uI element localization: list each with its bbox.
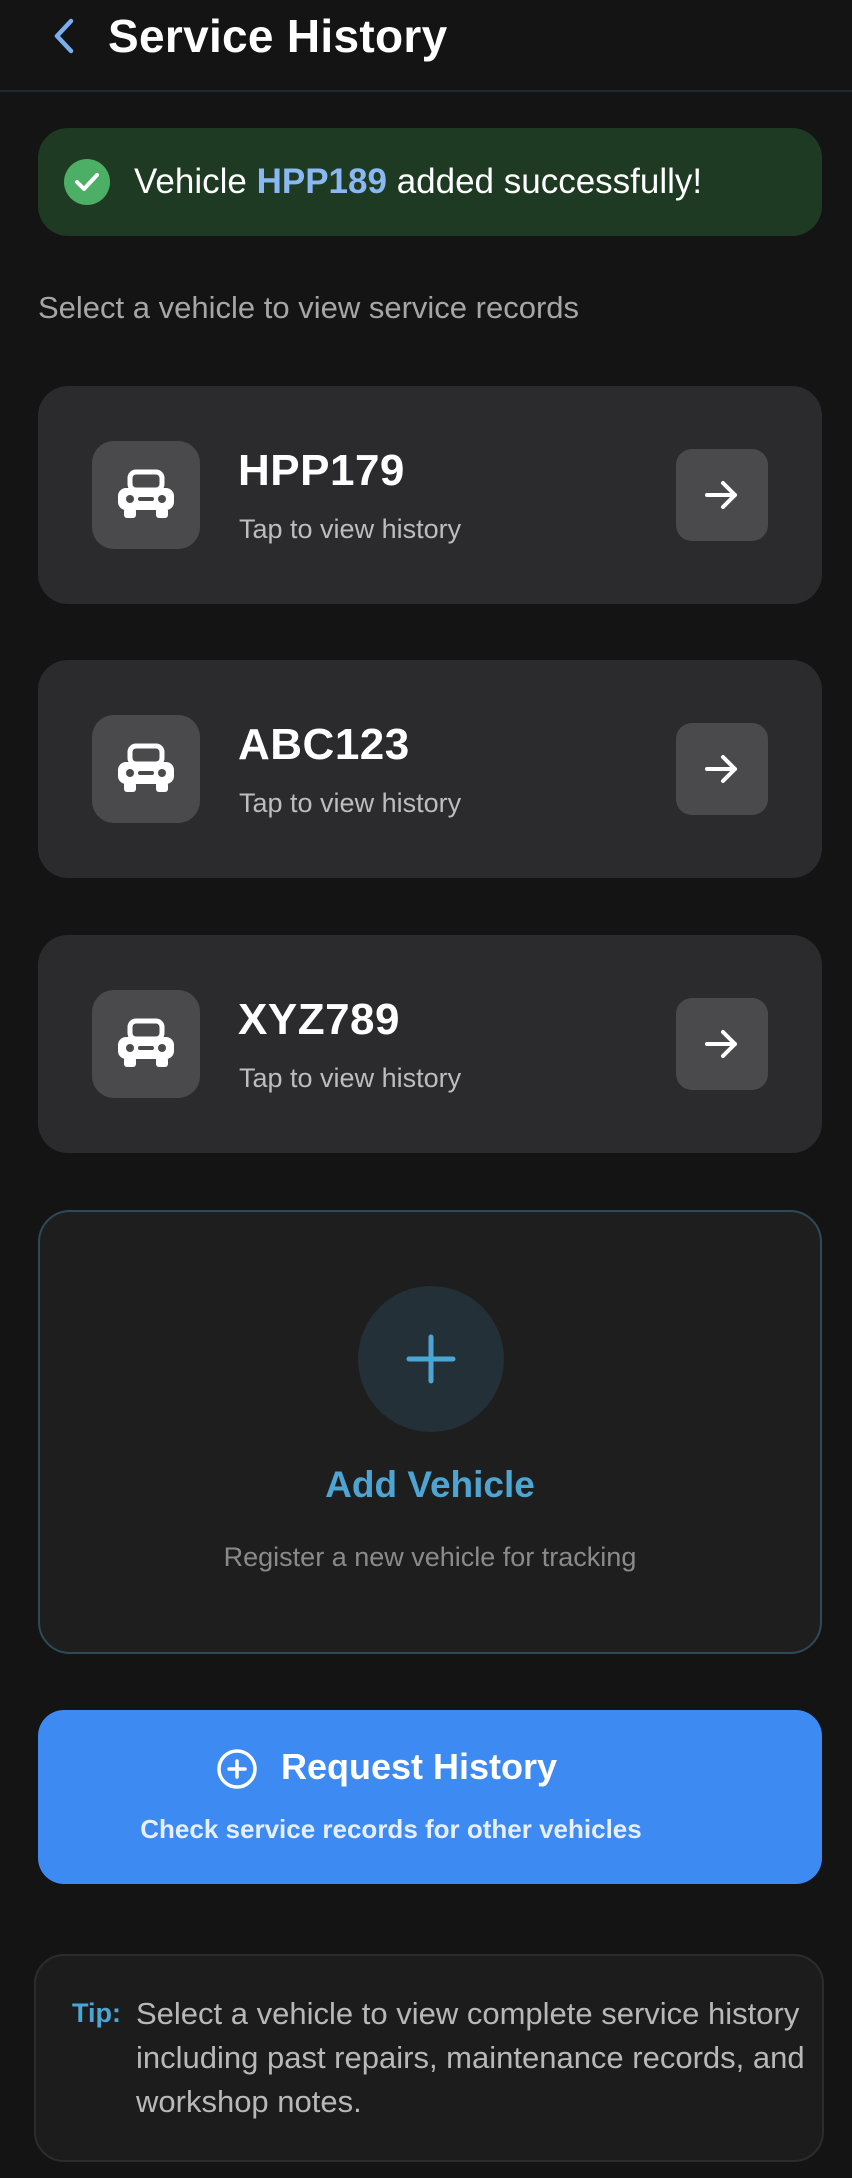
car-icon (92, 715, 200, 823)
banner-plate: HPP189 (256, 162, 387, 201)
section-subtitle: Select a vehicle to view service records (38, 290, 580, 325)
view-history-button[interactable] (676, 449, 768, 541)
back-button[interactable] (44, 12, 84, 60)
add-vehicle-subtitle: Register a new vehicle for tracking (223, 1542, 637, 1572)
view-history-button[interactable] (676, 998, 768, 1090)
request-history-title: Request History (281, 1746, 558, 1787)
add-vehicle-card[interactable]: Add Vehicle Register a new vehicle for t… (38, 1210, 822, 1654)
vehicle-hint: Tap to view history (239, 1063, 462, 1093)
app-header: Service History (0, 0, 852, 92)
plus-circle-icon (217, 1749, 257, 1789)
tip-label: Tip: (72, 1998, 121, 2028)
check-circle-icon (64, 159, 110, 205)
tip-text: Select a vehicle to view complete servic… (136, 1996, 805, 2119)
banner-suffix: added successfully! (386, 162, 703, 201)
banner-prefix: Vehicle (134, 162, 257, 201)
plus-icon (358, 1286, 504, 1432)
vehicle-plate: HPP179 (238, 446, 405, 495)
vehicle-card[interactable]: HPP179 Tap to view history (38, 386, 822, 604)
vehicle-card[interactable]: ABC123 Tap to view history (38, 660, 822, 878)
add-vehicle-title: Add Vehicle (325, 1464, 535, 1505)
vehicle-card[interactable]: XYZ789 Tap to view history (38, 935, 822, 1153)
vehicle-plate: ABC123 (238, 720, 410, 769)
view-history-button[interactable] (676, 723, 768, 815)
success-banner: Vehicle HPP189 added successfully! (38, 128, 822, 236)
request-history-subtitle: Check service records for other vehicles (140, 1814, 642, 1844)
page-title: Service History (108, 10, 448, 62)
success-message: Vehicle HPP189 added successfully! (134, 162, 702, 202)
arrow-right-icon (705, 1030, 737, 1058)
request-history-button[interactable]: Request History Check service records fo… (38, 1710, 822, 1884)
vehicle-hint: Tap to view history (239, 514, 462, 544)
vehicle-hint: Tap to view history (239, 788, 462, 818)
arrow-right-icon (705, 755, 737, 783)
arrow-right-icon (705, 481, 737, 509)
vehicle-plate: XYZ789 (238, 995, 400, 1044)
chevron-left-icon (54, 18, 74, 54)
tip-card: Tip: Select a vehicle to view complete s… (34, 1954, 824, 2162)
car-icon (92, 990, 200, 1098)
car-icon (92, 441, 200, 549)
